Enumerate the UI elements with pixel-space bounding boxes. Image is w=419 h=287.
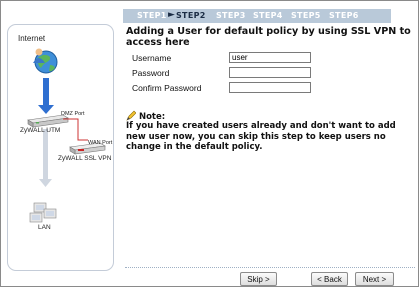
arrow-shaft — [43, 78, 49, 105]
lan-label: LAN — [38, 224, 51, 231]
internet-label: Internet — [18, 34, 46, 43]
step-5: STEP5 — [291, 11, 321, 20]
network-topology-diagram: Internet DMZ Port ZyWALL UTM WAN Port Zy… — [7, 24, 114, 271]
arrow-down-icon — [38, 105, 54, 114]
lan-computers-icon — [29, 202, 57, 223]
wizard-window: STEP1 ► STEP2 STEP3 STEP4 STEP5 STEP6 In… — [0, 0, 419, 287]
step-1: STEP1 — [137, 11, 167, 20]
back-button[interactable]: < Back — [311, 272, 348, 286]
zywall-utm-label: ZyWALL UTM — [20, 127, 61, 134]
step-6: STEP6 — [329, 11, 359, 20]
step-3: STEP3 — [216, 11, 246, 20]
skip-button[interactable]: Skip > — [240, 272, 277, 286]
internet-globe-icon — [33, 48, 58, 74]
zywall-ssl-vpn-label: ZyWALL SSL VPN — [58, 155, 112, 162]
step-4: STEP4 — [253, 11, 283, 20]
username-input[interactable] — [229, 52, 311, 63]
wan-port-label: WAN Port — [88, 140, 113, 146]
username-label: Username — [132, 53, 172, 63]
step-progress-bar: STEP1 ► STEP2 STEP3 STEP4 STEP5 STEP6 — [123, 9, 391, 23]
note-pencil-icon — [126, 110, 137, 121]
topology-graphics — [27, 48, 106, 223]
lan-link — [43, 129, 48, 179]
confirm-password-input[interactable] — [229, 82, 311, 93]
next-button[interactable]: Next > — [355, 272, 394, 286]
current-step-arrow-icon: ► — [168, 10, 176, 20]
note-text: If you have created users already and do… — [126, 121, 396, 152]
confirm-password-label: Confirm Password — [132, 83, 202, 93]
step-2: STEP2 — [176, 11, 206, 20]
footer-divider — [125, 267, 415, 268]
password-label: Password — [132, 68, 170, 78]
page-title: Adding a User for default policy by usin… — [126, 26, 411, 48]
password-input[interactable] — [229, 67, 311, 78]
dmz-port-label: DMZ Port — [61, 111, 85, 117]
